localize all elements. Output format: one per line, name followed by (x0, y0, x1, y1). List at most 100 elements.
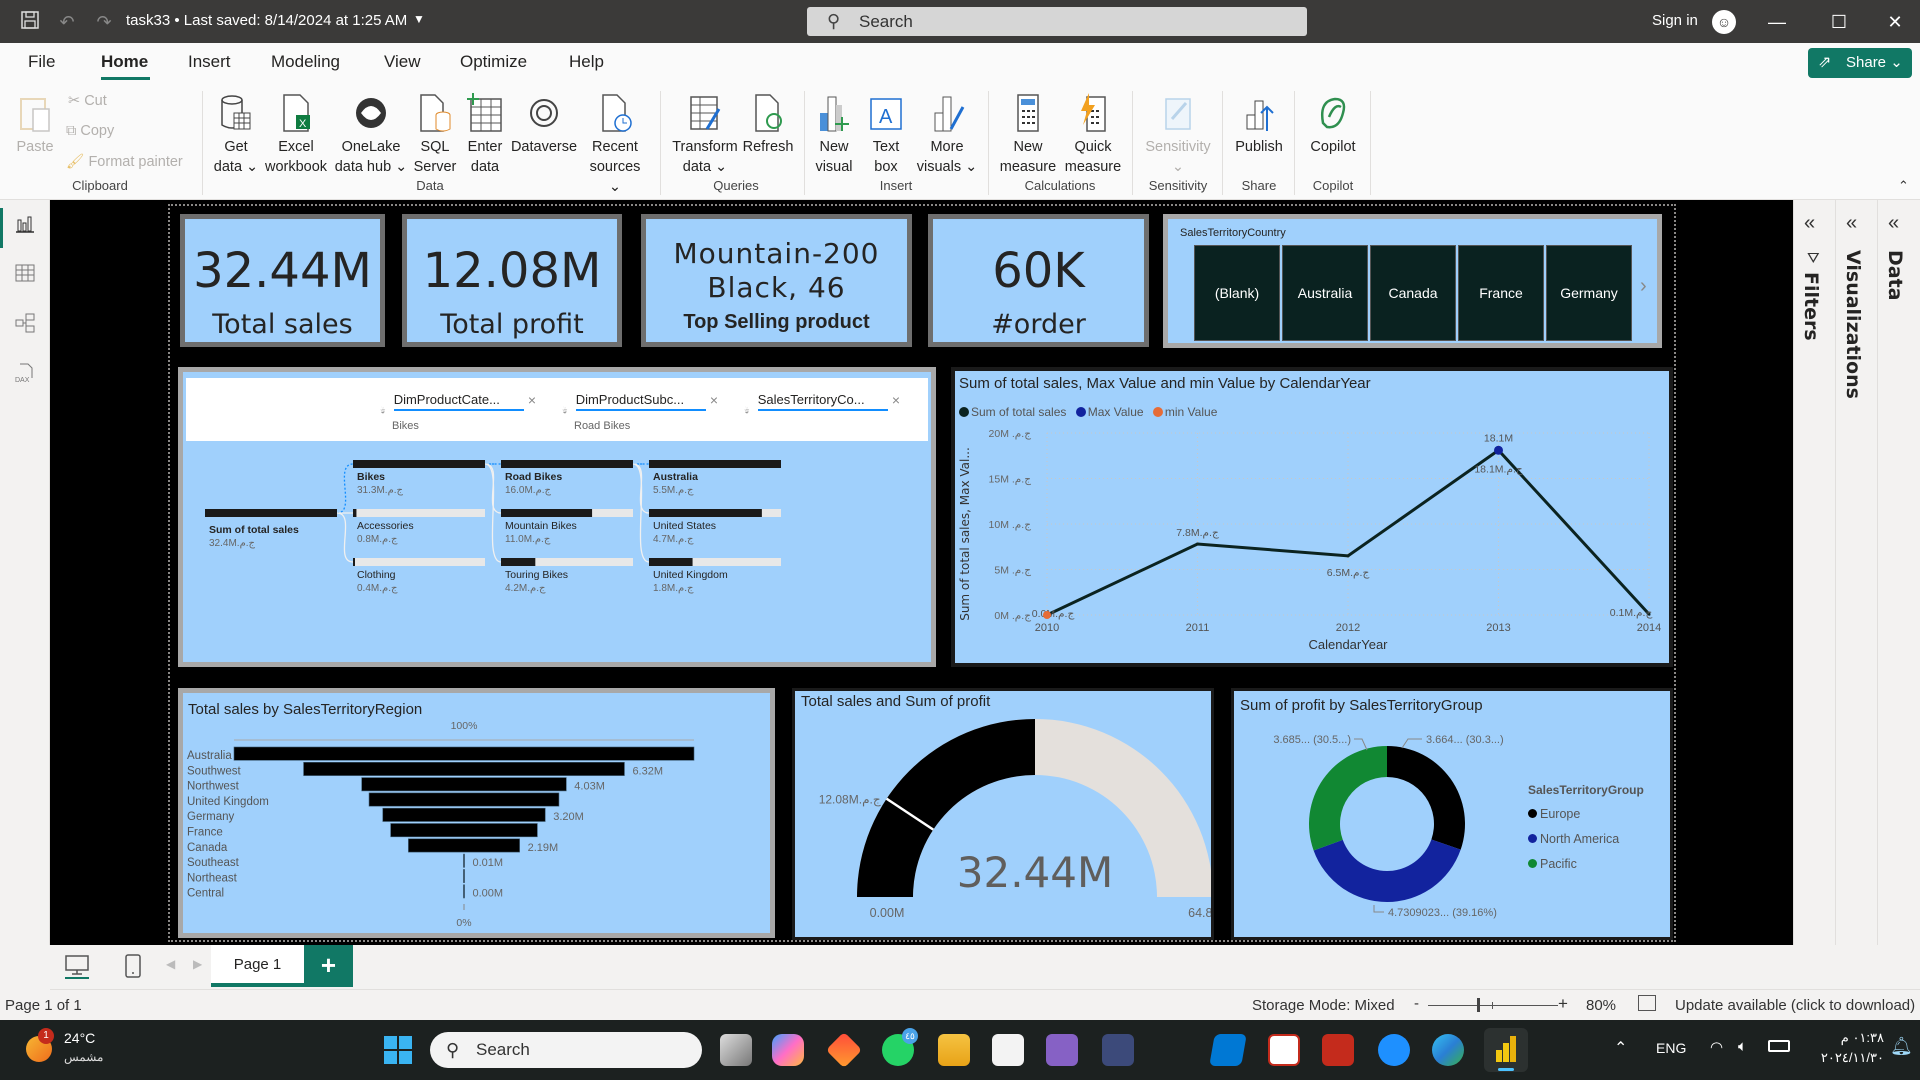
kpi-card-total-sales[interactable]: 32.44M Total sales (180, 214, 385, 347)
excel-workbook-button[interactable]: X Excel workbook (262, 93, 330, 177)
kpi-card-top-selling-product[interactable]: Mountain-200 Black, 46 Top Selling produ… (641, 214, 912, 347)
desktop-layout-icon[interactable] (64, 953, 90, 984)
expand-chevron-icon[interactable]: « (1846, 212, 1857, 235)
enter-data-button[interactable]: Enter data (462, 93, 508, 177)
legend-title: SalesTerritoryGroup (1528, 783, 1644, 797)
title-dropdown-icon[interactable]: ▼ (413, 12, 425, 26)
maximize-button[interactable]: ☐ (1824, 8, 1854, 36)
app-dashboard-icon[interactable] (1102, 1034, 1134, 1066)
sql-server-button[interactable]: SQL Server (412, 93, 458, 177)
filters-pane-collapsed[interactable]: « ⛛ Filters (1793, 200, 1833, 945)
fit-to-page-icon[interactable] (1638, 995, 1656, 1011)
windows-start-icon[interactable] (384, 1036, 412, 1069)
show-hidden-icons[interactable]: ⌃ (1614, 1038, 1627, 1058)
add-page-button[interactable]: + (304, 945, 353, 987)
more-visuals-button[interactable]: More visuals ⌄ (912, 93, 982, 177)
paste-button[interactable]: Paste (14, 93, 56, 157)
share-button[interactable]: ⇗ Share ⌄ (1808, 48, 1912, 78)
dax-query-view-icon[interactable]: DAX (12, 362, 38, 388)
power-bi-taskbar-button[interactable] (1484, 1028, 1528, 1072)
tab-help[interactable]: Help (569, 52, 604, 72)
task-view-icon[interactable] (720, 1034, 752, 1066)
expand-chevron-icon[interactable]: « (1888, 212, 1899, 235)
kpi-card-total-profit[interactable]: 12.08M Total profit (402, 214, 622, 347)
slicer-tile[interactable]: (Blank) (1194, 245, 1280, 341)
minimize-button[interactable]: — (1762, 8, 1792, 36)
tab-modeling[interactable]: Modeling (271, 52, 340, 72)
copilot-button[interactable]: Copilot (1302, 93, 1364, 157)
tab-home[interactable]: Home (101, 52, 148, 72)
clock-time[interactable]: ٠١:٣٨ م (1812, 1030, 1884, 1046)
zoom-in-button[interactable]: + (1558, 994, 1568, 1014)
previous-page-icon[interactable]: ◀ (166, 957, 175, 971)
update-available-link[interactable]: Update available (click to download) (1675, 997, 1915, 1014)
slicer-tile[interactable]: France (1458, 245, 1544, 341)
help-app-icon[interactable] (1378, 1034, 1410, 1066)
volume-icon[interactable]: 🔈︎ (1738, 1038, 1747, 1055)
visual-studio-icon[interactable] (1046, 1034, 1078, 1066)
zoom-out-button[interactable]: - (1414, 995, 1419, 1012)
slicer-tile[interactable]: Germany (1546, 245, 1632, 341)
kpi-card-orders[interactable]: 60K #order (928, 214, 1149, 347)
cut-button[interactable]: ✂ Cut (68, 93, 107, 109)
new-measure-button[interactable]: New measure (996, 93, 1060, 177)
legend-item[interactable]: North America (1528, 832, 1619, 846)
sensitivity-button[interactable]: Sensitivity ⌄ (1138, 93, 1218, 177)
page-tab[interactable]: Page 1 (211, 945, 304, 987)
get-data-button[interactable]: Get data ⌄ (212, 93, 260, 177)
wifi-icon[interactable]: ◠ (1710, 1038, 1723, 1056)
table-view-icon[interactable] (12, 262, 38, 288)
text-box-button[interactable]: A Text box (866, 93, 906, 177)
recent-sources-button[interactable]: Recent sources ⌄ (584, 93, 646, 197)
account-avatar-icon[interactable]: ☺ (1712, 10, 1736, 34)
file-explorer-icon[interactable] (938, 1034, 970, 1066)
report-view-icon[interactable] (12, 212, 38, 238)
search-input[interactable]: ⚲ Search (807, 7, 1307, 36)
legend-item[interactable]: Europe (1528, 807, 1580, 821)
input-language[interactable]: ENG (1656, 1040, 1686, 1056)
expand-chevron-icon[interactable]: « (1804, 212, 1815, 235)
chevron-right-icon[interactable]: › (1640, 275, 1647, 298)
mobile-layout-icon[interactable] (124, 953, 142, 984)
new-visual-button[interactable]: New visual (812, 93, 856, 177)
battery-icon[interactable] (1768, 1040, 1790, 1052)
slicer-tile[interactable]: Canada (1370, 245, 1456, 341)
edge-icon[interactable] (1432, 1034, 1464, 1066)
tab-view[interactable]: View (384, 52, 421, 72)
format-painter-button[interactable]: 🖌 Format painter (66, 153, 183, 170)
app-diamond-icon[interactable] (825, 1031, 863, 1069)
save-icon[interactable] (18, 10, 42, 34)
close-button[interactable]: ✕ (1880, 8, 1910, 36)
tab-file[interactable]: File (28, 52, 55, 72)
microsoft-store-icon[interactable] (992, 1034, 1024, 1066)
quick-measure-button[interactable]: Quick measure (1062, 93, 1124, 177)
slicer-tile[interactable]: Australia (1282, 245, 1368, 341)
refresh-button[interactable]: Refresh (742, 93, 794, 157)
zoom-slider-thumb[interactable] (1477, 998, 1480, 1012)
dataverse-button[interactable]: Dataverse (510, 93, 578, 157)
transform-data-button[interactable]: Transform data ⌄ (670, 93, 740, 177)
tab-optimize[interactable]: Optimize (460, 52, 527, 72)
publish-button[interactable]: Publish (1230, 93, 1288, 157)
model-view-icon[interactable] (12, 312, 38, 338)
undo-icon[interactable]: ↶ (55, 10, 79, 34)
tab-insert[interactable]: Insert (188, 52, 231, 72)
taskbar-search[interactable]: ⚲ Search (430, 1032, 702, 1068)
collapse-ribbon-icon[interactable]: ⌃ (1898, 178, 1909, 194)
copy-button[interactable]: ⧉ Copy (66, 123, 114, 139)
data-pane-collapsed[interactable]: « Data (1877, 200, 1917, 945)
zoom-slider[interactable] (1428, 998, 1558, 1012)
line-chart-plot: 0M .ج.م 5M .ج.م 10M .ج.م 15M .ج.م 20M .ج.م 20… (958, 428, 1661, 652)
vscode-icon[interactable] (1209, 1034, 1247, 1066)
copilot-app-icon[interactable] (772, 1034, 804, 1066)
onelake-data-hub-button[interactable]: OneLake data hub ⌄ (333, 93, 409, 177)
legend-item[interactable]: Pacific (1528, 857, 1577, 871)
mcafee-icon[interactable] (1322, 1034, 1354, 1066)
visualizations-pane-collapsed[interactable]: « Visualizations (1835, 200, 1875, 945)
redo-icon[interactable]: ↷ (92, 10, 116, 34)
app-ks-icon[interactable] (1268, 1034, 1300, 1066)
sign-in-link[interactable]: Sign in (1652, 12, 1698, 29)
notification-bell-icon[interactable]: 🔔︎ (1890, 1036, 1913, 1057)
clock-date[interactable]: ٢٠٢٤/١١/٣٠ (1806, 1050, 1884, 1066)
next-page-icon[interactable]: ▶ (193, 957, 202, 971)
